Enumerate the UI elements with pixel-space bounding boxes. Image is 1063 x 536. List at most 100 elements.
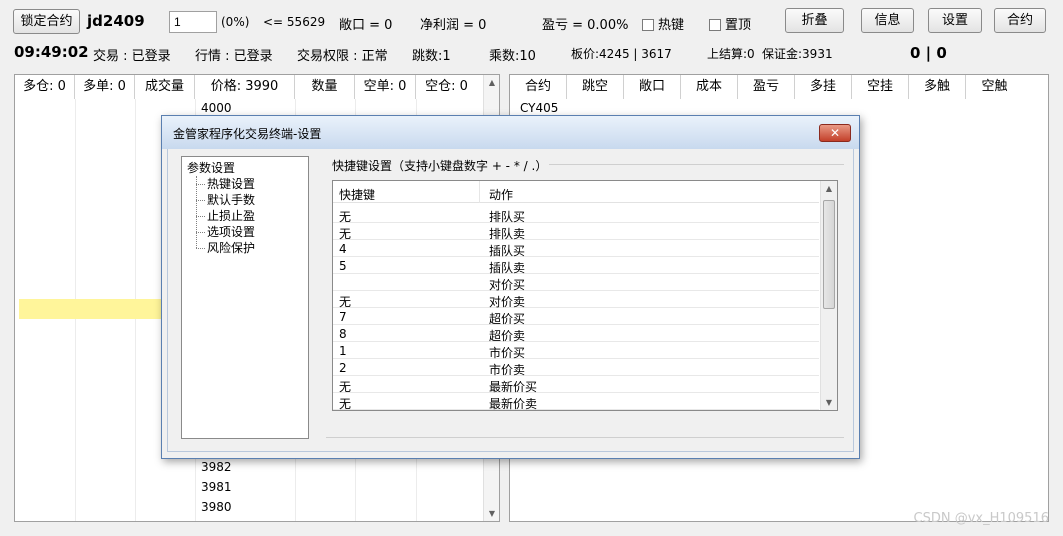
tree-connector (196, 176, 197, 248)
ticks-value: 跳数:1 (412, 49, 451, 64)
tree-root-params[interactable]: 参数设置 (187, 159, 235, 176)
hotkey-row[interactable]: 7 超价买 (333, 308, 819, 326)
hotkey-row[interactable]: 无排队卖 (333, 223, 819, 241)
header-volume[interactable]: 成交量 (135, 75, 195, 99)
quantity-input[interactable] (169, 11, 217, 33)
price-cell[interactable]: 4000 (201, 101, 232, 115)
hotkey-checkbox[interactable]: 热键 (642, 14, 684, 33)
price-cell[interactable]: 3982 (201, 460, 232, 474)
hotkey-action: 最新价卖 (489, 397, 538, 411)
board-price: 板价:4245 | 3617 (571, 47, 672, 61)
tree-connector (196, 216, 205, 217)
hotkey-key: 5 (339, 259, 347, 273)
tree-connector (196, 248, 205, 249)
tree-connector (196, 232, 205, 233)
price-cell[interactable]: 3981 (201, 480, 232, 494)
tree-item-default-lots[interactable]: 默认手数 (207, 191, 255, 208)
settle-price: 上结算:0 (707, 47, 755, 61)
pin-top-checkbox[interactable]: 置顶 (709, 14, 751, 33)
clock: 09:49:02 (14, 43, 89, 61)
hotkey-row[interactable]: 无对价卖 (333, 291, 819, 309)
tree-item-hotkeys[interactable]: 热键设置 (207, 175, 255, 192)
scroll-down-icon[interactable]: ▼ (821, 398, 837, 407)
hotkey-list-scrollbar[interactable]: ▲ ▼ (820, 181, 837, 410)
checkbox-icon (642, 19, 654, 31)
hotkey-row[interactable]: 2 市价卖 (333, 359, 819, 377)
hotkey-row[interactable]: 无最新价买 (333, 376, 819, 394)
header-pnl[interactable]: 盈亏 (738, 75, 795, 99)
scroll-up-icon[interactable]: ▲ (484, 78, 499, 87)
scroll-down-icon[interactable]: ▼ (484, 509, 499, 518)
checkbox-icon (709, 19, 721, 31)
header-short-pending[interactable]: 空挂 (852, 75, 909, 99)
dialog-body: 参数设置 热键设置 默认手数 止损止盈 选项设置 风险保护 快捷键设置（支持小键… (167, 149, 854, 452)
current-price-row[interactable] (19, 299, 179, 319)
settings-tree: 参数设置 热键设置 默认手数 止损止盈 选项设置 风险保护 (181, 156, 309, 439)
header-contract[interactable]: 合约 (510, 75, 567, 99)
header-action[interactable]: 动作 (489, 186, 513, 203)
permission-status: 交易权限 : 正常 (297, 49, 388, 64)
header-cost[interactable]: 成本 (681, 75, 738, 99)
group-border (518, 164, 844, 165)
position-contract-cell[interactable]: CY405 (520, 101, 558, 115)
pnl-percent: 盈亏 = 0.00% (542, 18, 629, 33)
lock-contract-button[interactable]: 锁定合约 (13, 9, 80, 34)
hotkey-row[interactable]: 无排队买 (333, 206, 819, 224)
hotkey-group-title: 快捷键设置（支持小键盘数字 + - * / .） (332, 157, 550, 174)
header-short-orders[interactable]: 空单: 0 (355, 75, 416, 99)
hotkey-row[interactable]: 对价买 (333, 274, 819, 292)
header-short-trigger[interactable]: 空触 (966, 75, 1023, 99)
hotkey-row[interactable]: 8 超价卖 (333, 325, 819, 343)
hotkey-row[interactable]: 无 最新价卖 (333, 393, 819, 410)
header-long-position[interactable]: 多仓: 0 (15, 75, 75, 99)
net-profit: 净利润 = 0 (420, 18, 487, 33)
open-position: 敞口 = 0 (339, 18, 393, 33)
dialog-title: 金管家程序化交易终端-设置 (173, 127, 322, 141)
contract-code: jd2409 (87, 12, 145, 30)
scrollbar-thumb[interactable] (823, 200, 835, 309)
hotkey-row[interactable]: 4 插队买 (333, 240, 819, 258)
watermark: CSDN @vx_H109516 (913, 511, 1049, 526)
settings-button[interactable]: 设置 (928, 8, 982, 33)
group-border (326, 437, 844, 438)
header-short-position[interactable]: 空仓: 0 (416, 75, 477, 99)
tree-connector (196, 200, 205, 201)
header-long-pending[interactable]: 多挂 (795, 75, 852, 99)
hotkey-list-header: 快捷键 动作 (333, 181, 819, 203)
header-hotkey[interactable]: 快捷键 (339, 186, 375, 203)
header-long-orders[interactable]: 多单: 0 (75, 75, 135, 99)
hotkey-key: 无 (339, 397, 352, 411)
hotkey-row[interactable]: 1 市价买 (333, 342, 819, 360)
header-exposure[interactable]: 敞口 (624, 75, 681, 99)
hotkey-key: 7 (339, 310, 347, 324)
pin-top-label: 置顶 (725, 18, 752, 33)
hotkey-label: 热键 (658, 18, 685, 33)
column-divider (479, 181, 480, 203)
scroll-up-icon[interactable]: ▲ (821, 184, 837, 193)
header-price[interactable]: 价格: 3990 (195, 75, 295, 99)
score: 0 | 0 (910, 44, 947, 62)
max-quantity: <= 55629 (263, 15, 326, 29)
hotkey-list: 快捷键 动作 无排队买 无排队卖 4 插队买 5 插队卖 对价买 无对价卖 7 超价买… (332, 180, 838, 411)
close-icon[interactable]: ✕ (819, 124, 851, 142)
trade-status: 交易 : 已登录 (93, 49, 171, 64)
quote-status: 行情 : 已登录 (195, 49, 273, 64)
tree-item-risk[interactable]: 风险保护 (207, 239, 255, 256)
hotkey-key: 8 (339, 327, 347, 341)
hotkey-key: 4 (339, 242, 347, 256)
header-quantity[interactable]: 数量 (295, 75, 355, 99)
header-long-trigger[interactable]: 多触 (909, 75, 966, 99)
info-button[interactable]: 信息 (861, 8, 914, 33)
price-cell[interactable]: 3980 (201, 500, 232, 514)
order-book-header: 多仓: 0 多单: 0 成交量 价格: 3990 数量 空单: 0 空仓: 0 (15, 75, 477, 99)
hotkey-row[interactable]: 5 插队卖 (333, 257, 819, 275)
hotkey-key: 2 (339, 361, 347, 375)
tree-item-stop-loss[interactable]: 止损止盈 (207, 207, 255, 224)
tree-item-options[interactable]: 选项设置 (207, 223, 255, 240)
contract-button[interactable]: 合约 (994, 8, 1046, 33)
fold-button[interactable]: 折叠 (785, 8, 844, 33)
dialog-titlebar[interactable]: 金管家程序化交易终端-设置 ✕ (162, 116, 859, 149)
quantity-percent: (0%) (221, 15, 250, 29)
header-gap[interactable]: 跳空 (567, 75, 624, 99)
hotkey-key: 1 (339, 344, 347, 358)
